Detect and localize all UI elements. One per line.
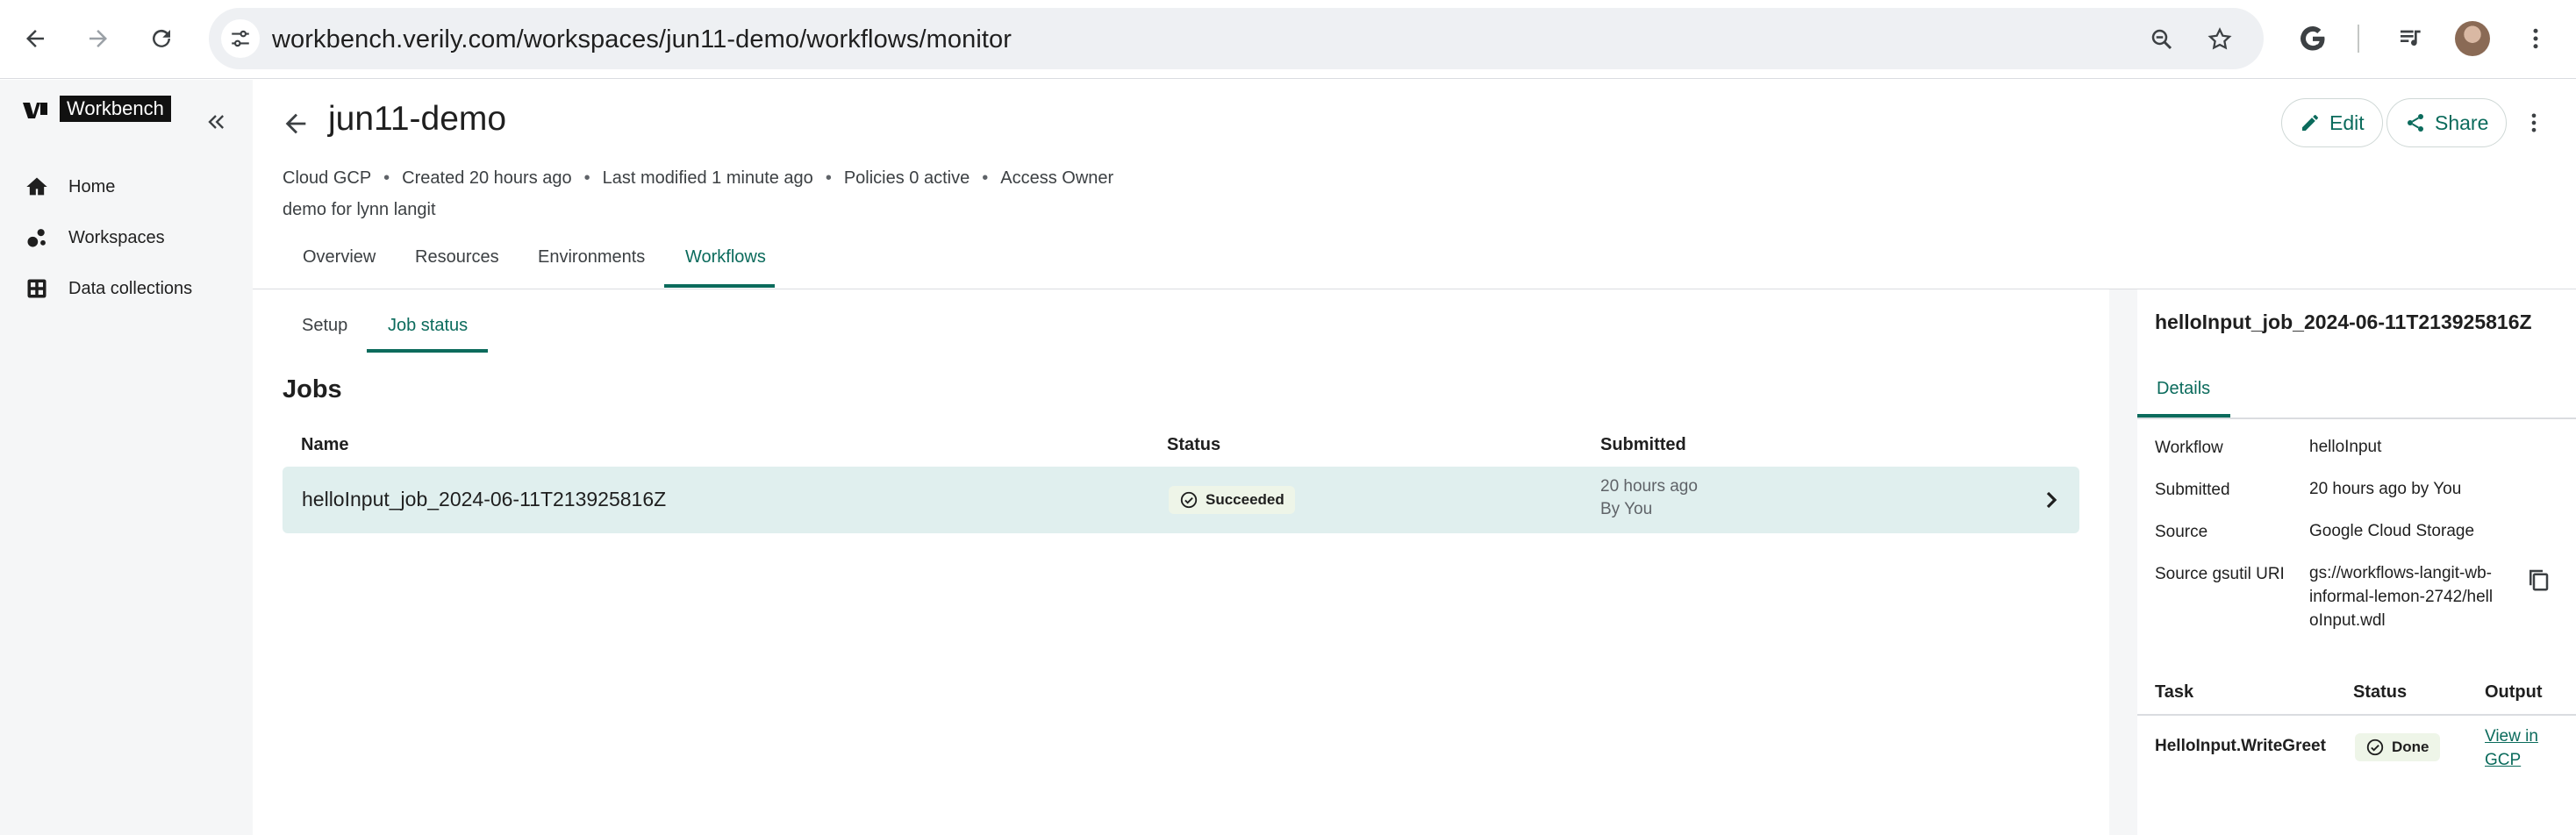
- google-icon[interactable]: [2293, 19, 2332, 58]
- meta-separator: •: [982, 168, 989, 188]
- meta-policies: Policies 0 active: [843, 168, 970, 188]
- browser-toolbar: workbench.verily.com/workspaces/jun11-de…: [0, 0, 2576, 79]
- divider: [2137, 714, 2576, 716]
- verily-logo-icon: [23, 103, 47, 118]
- sidebar-item-workspaces[interactable]: Workspaces: [25, 225, 165, 250]
- tab-workflows[interactable]: Workflows: [685, 247, 766, 268]
- link-line: View in: [2485, 727, 2538, 746]
- active-tab-indicator: [664, 284, 775, 288]
- edit-label: Edit: [2329, 111, 2365, 134]
- meta-modified: Last modified 1 minute ago: [602, 168, 813, 188]
- workspace-description: demo for lynn langit: [283, 200, 436, 219]
- share-label: Share: [2435, 111, 2489, 134]
- back-arrow-icon[interactable]: [281, 109, 311, 139]
- check-circle-icon: [1180, 491, 1198, 509]
- address-bar[interactable]: workbench.verily.com/workspaces/jun11-de…: [209, 8, 2264, 69]
- sidebar: Workbench Home Workspaces Data collectio…: [0, 80, 253, 835]
- meta-separator: •: [583, 168, 590, 188]
- logo-text: Workbench: [60, 96, 171, 122]
- workspace-tabs: Overview Resources Environments Workflow…: [253, 235, 2576, 289]
- meta-cloud: Cloud GCP: [283, 168, 372, 188]
- check-circle-icon: [2366, 739, 2384, 756]
- url-text: workbench.verily.com/workspaces/jun11-de…: [272, 25, 1013, 54]
- home-icon: [26, 177, 47, 196]
- browser-menu-icon[interactable]: [2516, 19, 2555, 58]
- field-label-source-uri: Source gsutil URI: [2155, 565, 2285, 583]
- meta-separator: •: [825, 168, 832, 188]
- status-text: Succeeded: [1206, 491, 1284, 508]
- active-subtab-indicator: [367, 349, 488, 353]
- detail-title: helloInput_job_2024-06-11T213925816Z: [2155, 310, 2532, 333]
- subtab-job-status[interactable]: Job status: [388, 316, 468, 336]
- sidebar-item-home[interactable]: Home: [25, 175, 115, 199]
- column-header-submitted[interactable]: Submitted: [1600, 435, 1686, 455]
- sidebar-item-label: Workspaces: [68, 227, 165, 247]
- field-label-workflow: Workflow: [2155, 439, 2223, 457]
- sidebar-item-label: Data collections: [68, 278, 193, 298]
- column-header-status[interactable]: Status: [1167, 435, 1220, 455]
- site-settings-icon[interactable]: [221, 19, 260, 58]
- chevron-right-icon[interactable]: [2037, 486, 2065, 514]
- view-in-gcp-link[interactable]: View in GCP: [2485, 724, 2564, 772]
- pencil-icon: [2302, 115, 2318, 131]
- share-button[interactable]: Share: [2386, 98, 2508, 147]
- field-value-source-uri: gs://workflows-langit-wb- informal-lemon…: [2309, 561, 2493, 632]
- tab-details[interactable]: Details: [2157, 379, 2210, 399]
- column-header-output: Output: [2485, 682, 2543, 702]
- forward-icon[interactable]: [79, 19, 118, 58]
- sidebar-item-label: Home: [68, 176, 116, 196]
- submitted-time: 20 hours ago: [1600, 477, 1698, 496]
- tab-resources[interactable]: Resources: [415, 247, 499, 268]
- sidebar-item-data-collections[interactable]: Data collections: [25, 276, 192, 301]
- edit-button[interactable]: Edit: [2281, 98, 2383, 147]
- column-header-task-status: Status: [2353, 682, 2408, 702]
- field-value-source: Google Cloud Storage: [2309, 522, 2475, 540]
- field-value-submitted: 20 hours ago by You: [2309, 480, 2462, 498]
- media-control-icon[interactable]: [2392, 19, 2430, 58]
- reload-icon[interactable]: [142, 19, 181, 58]
- submitted-by: By You: [1600, 500, 1653, 518]
- job-status-panel: [253, 289, 2109, 835]
- meta-created: Created 20 hours ago: [402, 168, 572, 188]
- copy-icon[interactable]: [2525, 567, 2551, 593]
- toolbar-divider: [2357, 19, 2360, 58]
- workspaces-icon: [27, 229, 46, 247]
- collapse-sidebar-icon[interactable]: [204, 110, 228, 134]
- page-title: jun11-demo: [328, 100, 507, 138]
- workbench-logo[interactable]: Workbench: [23, 96, 171, 122]
- task-name: HelloInput.WriteGreet: [2155, 737, 2326, 755]
- task-status-text: Done: [2392, 739, 2429, 755]
- link-line: GCP: [2485, 751, 2522, 769]
- panel-divider: [2109, 289, 2137, 835]
- profile-avatar[interactable]: [2453, 19, 2492, 58]
- tab-environments[interactable]: Environments: [538, 247, 645, 268]
- field-label-submitted: Submitted: [2155, 481, 2230, 499]
- tab-overview[interactable]: Overview: [303, 247, 376, 268]
- uri-line: informal-lemon-2742/hell: [2309, 588, 2494, 606]
- meta-separator: •: [383, 168, 390, 188]
- field-value-workflow: helloInput: [2309, 438, 2382, 456]
- uri-line: oInput.wdl: [2309, 611, 2386, 630]
- grid-icon: [27, 279, 47, 298]
- column-header-name[interactable]: Name: [301, 435, 348, 455]
- task-status-badge: Done: [2355, 733, 2440, 761]
- share-icon: [2408, 114, 2423, 132]
- meta-access: Access Owner: [1000, 168, 1114, 188]
- subtab-setup[interactable]: Setup: [302, 316, 347, 336]
- status-badge: Succeeded: [1169, 486, 1295, 514]
- uri-line: gs://workflows-langit-wb-: [2309, 564, 2492, 582]
- jobs-heading: Jobs: [283, 375, 342, 403]
- table-row[interactable]: helloInput_job_2024-06-11T213925816Z Suc…: [283, 467, 2079, 533]
- workspace-meta: Cloud GCP • Created 20 hours ago • Last …: [283, 168, 1113, 189]
- column-header-task: Task: [2155, 682, 2194, 702]
- job-name: helloInput_job_2024-06-11T213925816Z: [302, 488, 667, 510]
- bookmark-star-icon[interactable]: [2206, 25, 2234, 54]
- zoom-icon[interactable]: [2148, 25, 2176, 54]
- more-options-icon[interactable]: [2518, 107, 2550, 139]
- divider: [2137, 418, 2576, 419]
- field-label-source: Source: [2155, 523, 2208, 541]
- back-icon[interactable]: [16, 19, 54, 58]
